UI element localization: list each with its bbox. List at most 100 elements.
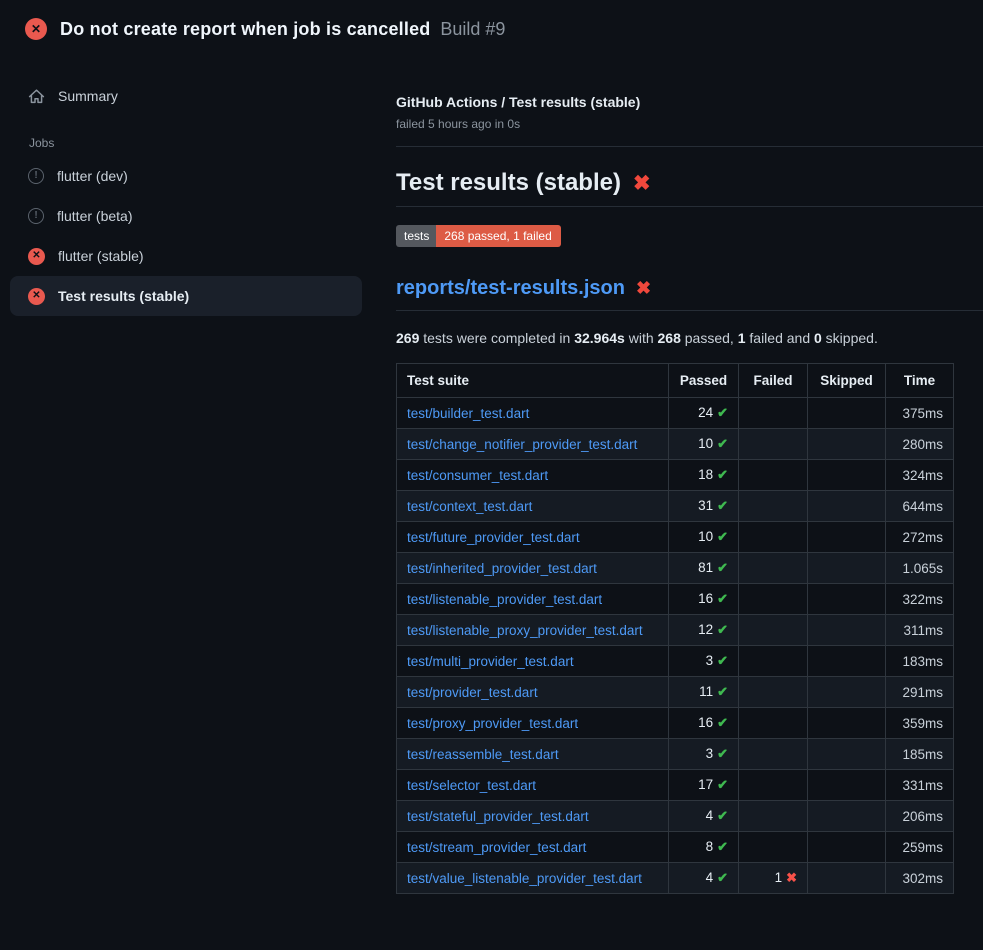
check-icon: ✔: [717, 560, 728, 575]
test-suite-link[interactable]: test/proxy_provider_test.dart: [407, 716, 578, 731]
job-failed-icon: ✕: [28, 248, 45, 265]
time-cell: 322ms: [886, 584, 954, 615]
time-cell: 272ms: [886, 522, 954, 553]
table-row: test/change_notifier_provider_test.dart 1…: [397, 429, 954, 460]
table-row: test/context_test.dart31✔644ms: [397, 491, 954, 522]
table-row: test/future_provider_test.dart 10 ✔ 272ms: [397, 522, 954, 553]
test-suite-link[interactable]: test/inherited_provider_test.dart: [407, 561, 597, 576]
main-content: GitHub Actions / Test results (stable) f…: [372, 58, 983, 950]
jobs-section-label: Jobs: [29, 136, 372, 150]
passed-cell: 4✔: [669, 801, 739, 832]
check-icon: ✔: [717, 529, 728, 544]
job-label: Test results (stable): [58, 288, 189, 304]
passed-count: 18: [698, 467, 713, 482]
summary-number: 268: [658, 330, 681, 346]
time-cell: 259ms: [886, 832, 954, 863]
job-label: flutter (beta): [57, 208, 132, 224]
check-icon: ✔: [717, 870, 728, 885]
test-suite-link[interactable]: test/value_listenable_provider_test.dart: [407, 871, 642, 886]
check-icon: ✔: [717, 405, 728, 420]
test-suite-link[interactable]: test/stateful_provider_test.dart: [407, 809, 589, 824]
passed-count: 16: [698, 591, 713, 606]
job-neutral-icon: !: [28, 208, 44, 224]
failed-cell: [739, 646, 808, 677]
table-row: test/stream_provider_test.dart8✔259ms: [397, 832, 954, 863]
test-suite-link[interactable]: test/change_notifier_provider_test.dart: [407, 437, 637, 452]
passed-cell: 10✔: [669, 429, 739, 460]
skipped-cell: [808, 429, 886, 460]
test-suite-link[interactable]: test/listenable_proxy_provider_test.dart: [407, 623, 643, 638]
passed-count: 17: [698, 777, 713, 792]
test-suite-link[interactable]: test/provider_test.dart: [407, 685, 538, 700]
check-icon: ✔: [717, 684, 728, 699]
test-suite-cell: test/future_provider_test.dart: [397, 522, 669, 553]
check-icon: ✔: [717, 436, 728, 451]
test-suite-link[interactable]: test/listenable_provider_test.dart: [407, 592, 602, 607]
check-icon: ✔: [717, 653, 728, 668]
failed-cell: [739, 770, 808, 801]
test-suite-link[interactable]: test/consumer_test.dart: [407, 468, 548, 483]
col-header-time: Time: [886, 364, 954, 398]
summary-label: Summary: [58, 88, 118, 104]
failed-cell: [739, 708, 808, 739]
test-suite-link[interactable]: test/context_test.dart: [407, 499, 532, 514]
header-row: Test suite Passed Failed Skipped Time: [397, 364, 954, 398]
skipped-cell: [808, 770, 886, 801]
table-row: test/value_listenable_provider_test.dart…: [397, 863, 954, 894]
test-suite-link[interactable]: test/builder_test.dart: [407, 406, 529, 421]
breadcrumb: GitHub Actions / Test results (stable): [396, 94, 983, 110]
check-icon: ✔: [717, 839, 728, 854]
cross-icon: ✖: [786, 870, 797, 885]
failed-cell: [739, 522, 808, 553]
test-suite-link[interactable]: test/future_provider_test.dart: [407, 530, 580, 545]
test-suite-link[interactable]: test/reassemble_test.dart: [407, 747, 559, 762]
test-suite-cell: test/consumer_test.dart: [397, 460, 669, 491]
results-table: Test suite Passed Failed Skipped Time te…: [396, 363, 954, 894]
passed-cell: 16✔: [669, 708, 739, 739]
col-header-passed: Passed: [669, 364, 739, 398]
passed-cell: 18✔: [669, 460, 739, 491]
skipped-cell: [808, 491, 886, 522]
passed-count: 81: [698, 560, 713, 575]
test-suite-cell: test/listenable_provider_test.dart: [397, 584, 669, 615]
test-suite-cell: test/proxy_provider_test.dart: [397, 708, 669, 739]
section-title-text: Test results (stable): [396, 169, 621, 197]
sidebar-item-job[interactable]: ! flutter (beta): [10, 196, 362, 236]
col-header-test-suite: Test suite: [397, 364, 669, 398]
time-cell: 185ms: [886, 739, 954, 770]
skipped-cell: [808, 832, 886, 863]
sidebar-item-job[interactable]: ✕flutter (stable): [10, 236, 362, 276]
report-file-link[interactable]: reports/test-results.json: [396, 277, 625, 300]
test-suite-link[interactable]: test/stream_provider_test.dart: [407, 840, 586, 855]
test-suite-cell: test/stateful_provider_test.dart: [397, 801, 669, 832]
test-suite-link[interactable]: test/multi_provider_test.dart: [407, 654, 574, 669]
sidebar-item-job[interactable]: !flutter (dev): [10, 156, 362, 196]
summary-text: with: [625, 330, 658, 346]
failed-cell: [739, 429, 808, 460]
skipped-cell: [808, 739, 886, 770]
failed-cell: [739, 398, 808, 429]
failed-cell: [739, 460, 808, 491]
test-suite-link[interactable]: test/selector_test.dart: [407, 778, 536, 793]
passed-count: 12: [698, 622, 713, 637]
passed-cell: 12✔: [669, 615, 739, 646]
passed-count: 10: [698, 529, 713, 544]
check-icon: ✔: [717, 808, 728, 823]
time-cell: 359ms: [886, 708, 954, 739]
time-cell: 324ms: [886, 460, 954, 491]
sidebar-item-summary[interactable]: Summary: [10, 78, 362, 114]
skipped-cell: [808, 677, 886, 708]
check-icon: ✔: [717, 746, 728, 761]
table-row: test/provider_test.dart11✔291ms: [397, 677, 954, 708]
results-table-body: test/builder_test.dart24✔375mstest/chang…: [397, 398, 954, 894]
passed-count: 3: [706, 746, 714, 761]
failed-cell: [739, 801, 808, 832]
check-icon: ✔: [717, 777, 728, 792]
sidebar-item-job[interactable]: ✕Test results (stable): [10, 276, 362, 316]
test-suite-cell: test/listenable_proxy_provider_test.dart: [397, 615, 669, 646]
passed-count: 31: [698, 498, 713, 513]
tests-badge: tests268 passed, 1 failed: [396, 225, 561, 247]
home-icon: [28, 88, 45, 105]
summary-line: 269 tests were completed in 32.964s with…: [396, 330, 983, 346]
time-cell: 206ms: [886, 801, 954, 832]
